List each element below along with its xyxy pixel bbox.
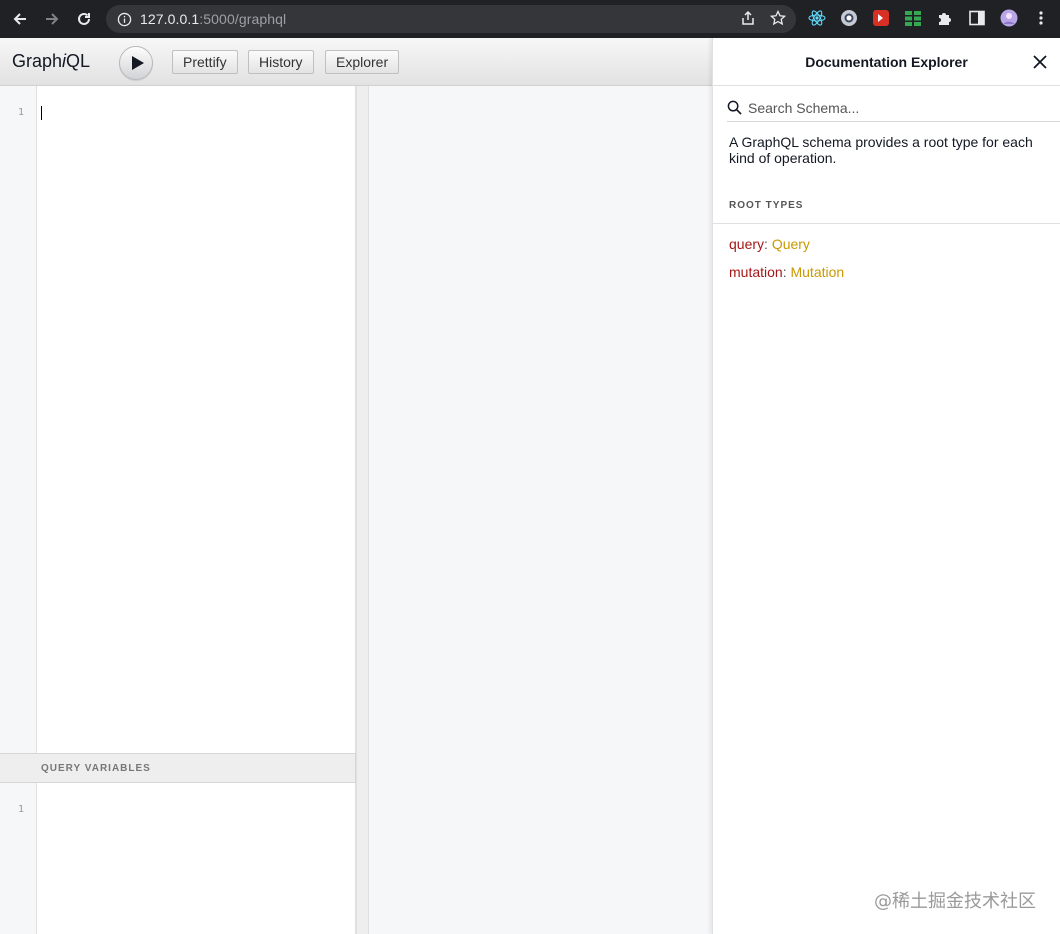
address-bar[interactable]: 127.0.0.1:5000/graphql bbox=[106, 5, 796, 33]
result-window bbox=[369, 86, 712, 934]
avatar-icon bbox=[1000, 9, 1017, 26]
url-host: 127.0.0.1 bbox=[140, 11, 200, 27]
query-gutter: 1 bbox=[0, 86, 37, 753]
explorer-button[interactable]: Explorer bbox=[325, 50, 400, 74]
site-info-button[interactable] bbox=[116, 11, 132, 27]
url-path: :5000/graphql bbox=[199, 11, 287, 27]
docs-header: Documentation Explorer bbox=[713, 38, 1060, 86]
red-badge-icon bbox=[872, 9, 889, 26]
browser-toolbar: 127.0.0.1:5000/graphql bbox=[0, 0, 1060, 38]
type-link-query[interactable]: Query bbox=[772, 236, 810, 252]
share-icon[interactable] bbox=[740, 10, 756, 26]
reload-icon bbox=[78, 12, 90, 25]
query-editor[interactable]: 1 bbox=[0, 86, 356, 753]
schema-search bbox=[727, 94, 1060, 122]
docs-title: Documentation Explorer bbox=[805, 54, 968, 70]
variables-gutter: 1 bbox=[0, 783, 37, 934]
grid-icon bbox=[904, 10, 921, 26]
browser-menu-button[interactable] bbox=[1030, 7, 1051, 28]
prettify-button[interactable]: Prettify bbox=[172, 50, 238, 74]
execute-query-button[interactable] bbox=[119, 46, 153, 80]
info-icon bbox=[117, 12, 131, 26]
close-icon[interactable] bbox=[1032, 54, 1048, 70]
field-name: mutation bbox=[729, 264, 783, 280]
query-variables-title: QUERY VARIABLES bbox=[41, 763, 151, 774]
field-name: query bbox=[729, 236, 765, 252]
editor-resize-handle[interactable] bbox=[356, 86, 369, 934]
text-cursor bbox=[41, 106, 42, 120]
back-button[interactable] bbox=[4, 3, 36, 35]
circle-extension[interactable] bbox=[838, 7, 859, 28]
grid-extension[interactable] bbox=[902, 7, 923, 28]
arrow-right-icon bbox=[46, 13, 59, 25]
colon: : bbox=[764, 236, 772, 252]
title-suffix: QL bbox=[66, 51, 91, 71]
puzzle-icon bbox=[938, 12, 951, 25]
reload-button[interactable] bbox=[68, 3, 100, 35]
play-icon bbox=[131, 56, 144, 70]
line-number: 1 bbox=[17, 804, 24, 815]
arrow-left-icon bbox=[13, 13, 26, 25]
side-panel-icon bbox=[968, 10, 985, 25]
circle-logo-icon bbox=[840, 9, 857, 26]
extensions-menu-button[interactable] bbox=[934, 7, 955, 28]
query-variables-header[interactable]: QUERY VARIABLES bbox=[0, 753, 356, 783]
line-number: 1 bbox=[17, 107, 24, 118]
side-panel-button[interactable] bbox=[966, 7, 987, 28]
section-divider bbox=[713, 223, 1060, 224]
schema-description: A GraphQL schema provides a root type fo… bbox=[729, 134, 1033, 166]
app-title: GraphiQL bbox=[12, 51, 90, 72]
more-vertical-icon bbox=[1038, 10, 1043, 25]
search-schema-input[interactable] bbox=[748, 99, 1038, 116]
react-devtools-extension[interactable] bbox=[806, 7, 827, 28]
profile-avatar[interactable] bbox=[998, 7, 1019, 28]
extensions-bar bbox=[806, 7, 1051, 28]
react-icon bbox=[807, 9, 826, 26]
red-extension[interactable] bbox=[870, 7, 891, 28]
watermark: @稀土掘金技术社区 bbox=[874, 891, 1036, 912]
url-text: 127.0.0.1:5000/graphql bbox=[140, 11, 286, 27]
query-variables-editor[interactable]: 1 bbox=[0, 783, 356, 934]
root-type-mutation: mutation: Mutation bbox=[729, 264, 844, 280]
forward-button[interactable] bbox=[36, 3, 68, 35]
search-icon bbox=[727, 100, 742, 115]
title-prefix: Graph bbox=[12, 51, 63, 71]
root-type-query: query: Query bbox=[729, 236, 810, 252]
graphiql-toolbar: GraphiQL Prettify History Explorer bbox=[0, 38, 712, 86]
documentation-explorer: Documentation Explorer A GraphQL schema … bbox=[712, 38, 1060, 934]
star-icon[interactable] bbox=[770, 10, 786, 26]
type-link-mutation[interactable]: Mutation bbox=[790, 264, 844, 280]
history-button[interactable]: History bbox=[248, 50, 314, 74]
root-types-title: ROOT TYPES bbox=[729, 200, 804, 211]
